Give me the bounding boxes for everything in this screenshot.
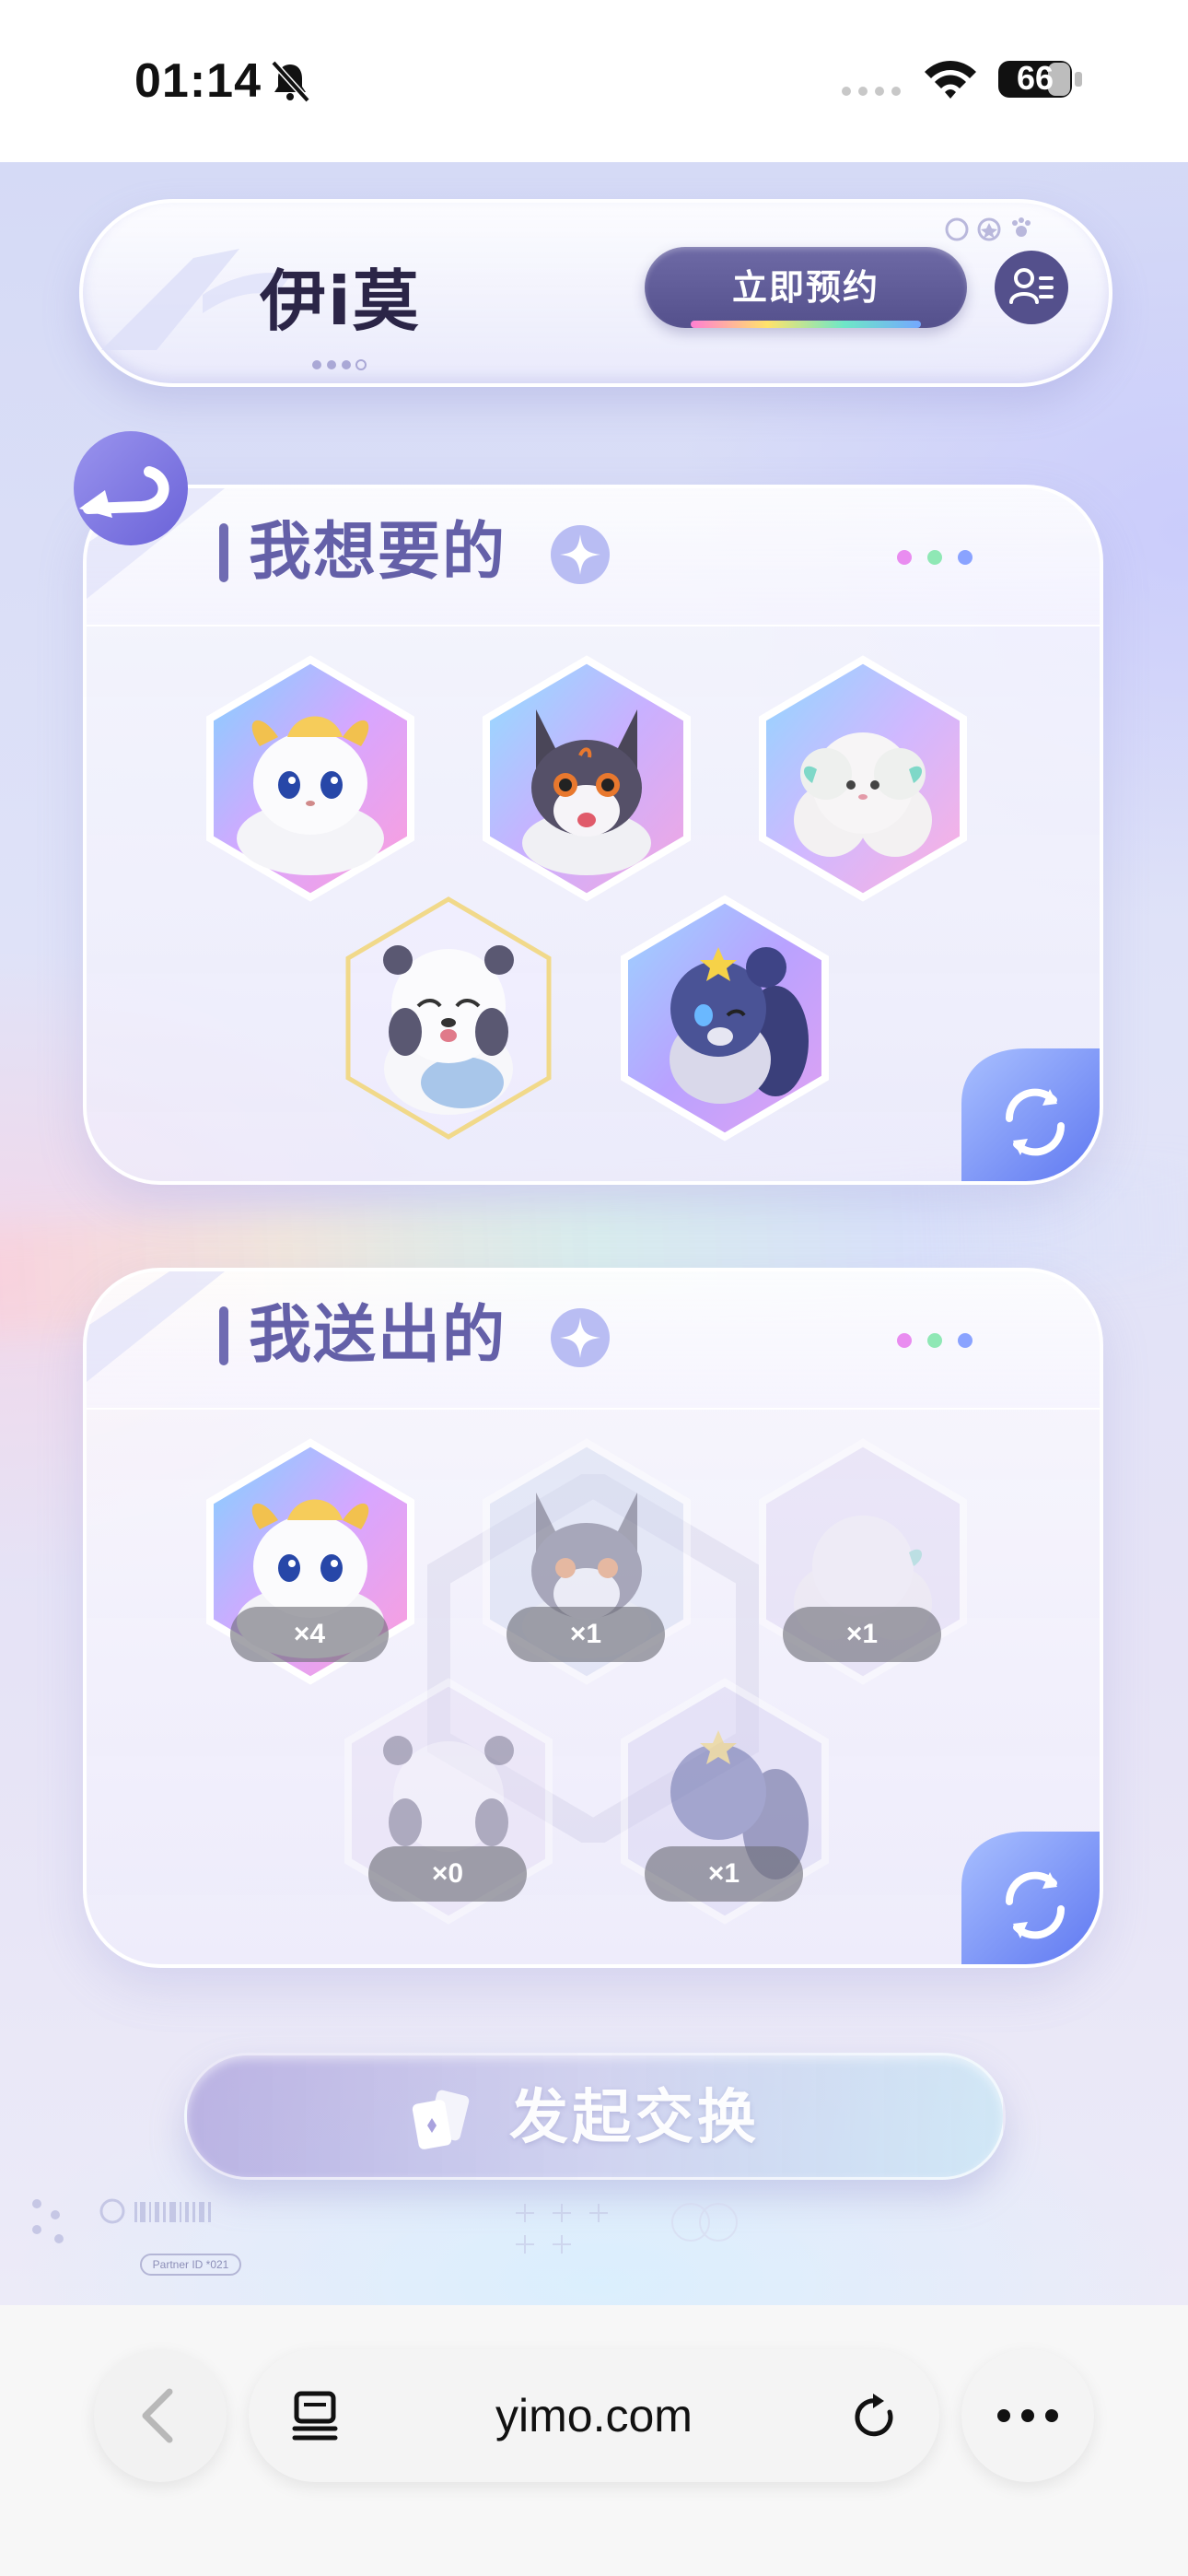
card-corner-decoration <box>87 1271 225 1382</box>
wanted-item-white-bear[interactable] <box>341 894 556 1142</box>
offered-item-fluffy-sheep[interactable]: ×1 <box>755 1437 971 1686</box>
url-text[interactable]: yimo.com <box>249 2349 939 2482</box>
creature-gray-wolf-icon <box>522 709 651 875</box>
creature-fluffy-sheep-icon <box>794 732 932 857</box>
browser-back-button[interactable] <box>94 2349 227 2482</box>
wanted-item-blue-squirrel[interactable] <box>617 894 833 1142</box>
user-list-icon <box>1009 268 1054 304</box>
dots-decoration-icon <box>897 550 973 565</box>
wanted-item-fluffy-sheep[interactable] <box>755 654 971 903</box>
creature-cream-fox-icon <box>237 716 384 875</box>
offered-section-title: 我送出的 <box>249 1299 507 1372</box>
more-options-button[interactable] <box>961 2349 1094 2482</box>
brand-logo[interactable]: 伊i莫 <box>260 260 472 343</box>
item-count-badge: ×4 <box>230 1607 389 1662</box>
title-accent-bar <box>219 523 228 582</box>
status-bar: 01:14 66 <box>0 0 1188 162</box>
cell-signal-icon <box>842 87 901 96</box>
offered-items-card: 我送出的 ×4 ×1 ×1 ×0 ×1 <box>83 1268 1103 1968</box>
reserve-button-rainbow-underline <box>691 321 921 328</box>
reload-icon[interactable] <box>853 2392 901 2441</box>
title-accent-bar <box>219 1306 228 1365</box>
bell-muted-icon <box>271 60 310 103</box>
address-bar[interactable]: yimo.com <box>249 2349 939 2482</box>
page-indicator-dots <box>312 359 367 370</box>
back-arrow-button[interactable] <box>61 429 199 549</box>
start-exchange-label: 发起交换 <box>509 2084 760 2152</box>
item-count-badge: ×1 <box>645 1846 803 1902</box>
sparkle-icon <box>551 1308 610 1367</box>
cards-icon <box>412 2090 470 2149</box>
header-mini-icons <box>945 217 1031 241</box>
status-time: 01:14 <box>134 54 262 108</box>
item-count-badge: ×1 <box>507 1607 665 1662</box>
creature-blue-squirrel-icon <box>670 947 809 1104</box>
wanted-section-title: 我想要的 <box>249 516 507 589</box>
offered-refresh-button[interactable] <box>961 1832 1103 1968</box>
offered-item-cream-fox[interactable]: ×4 <box>203 1437 418 1686</box>
start-exchange-button[interactable]: 发起交换 <box>184 2053 1006 2180</box>
partner-id-label: Partner ID *021 <box>140 2254 241 2276</box>
wanted-item-gray-wolf[interactable] <box>479 654 694 903</box>
chevron-left-icon <box>142 2388 173 2443</box>
creature-white-bear-icon <box>383 945 514 1115</box>
browser-toolbar: yimo.com <box>0 2305 1188 2576</box>
wanted-item-cream-fox[interactable] <box>203 654 418 903</box>
app-content: 伊i莫 立即预约 我想要的 我送出的 ×4 ×1 ×1 ×0 ×1 发起交换 P… <box>0 162 1188 2305</box>
wifi-icon <box>925 61 976 99</box>
item-count-badge: ×0 <box>368 1846 527 1902</box>
offered-item-gray-wolf[interactable]: ×1 <box>479 1437 694 1686</box>
dots-decoration-icon <box>897 1333 973 1348</box>
offered-item-white-bear[interactable]: ×0 <box>341 1677 556 1926</box>
reserve-now-button[interactable]: 立即预约 <box>645 247 967 328</box>
wanted-refresh-button[interactable] <box>961 1048 1103 1185</box>
battery-level: 66 <box>1016 59 1054 97</box>
user-profile-button[interactable] <box>995 251 1068 324</box>
wanted-items-card: 我想要的 <box>83 485 1103 1185</box>
offered-item-blue-squirrel[interactable]: ×1 <box>617 1677 833 1926</box>
sparkle-icon <box>551 525 610 584</box>
item-count-badge: ×1 <box>783 1607 941 1662</box>
footer-decoration <box>32 2198 738 2254</box>
ellipsis-icon <box>997 2409 1058 2422</box>
header-bar: 伊i莫 立即预约 <box>79 199 1112 387</box>
